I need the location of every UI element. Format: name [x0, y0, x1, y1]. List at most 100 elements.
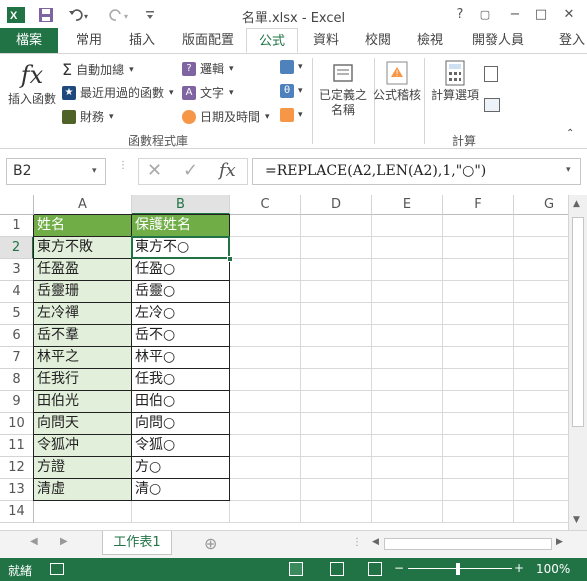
cell[interactable] [301, 457, 372, 479]
collapse-ribbon-icon[interactable]: ⌃ [566, 128, 574, 139]
cell[interactable] [443, 303, 514, 325]
hscroll-left-icon[interactable]: ◀ [372, 537, 379, 547]
row-header[interactable]: 6 [0, 325, 34, 347]
tab-view[interactable]: 檢視 [408, 28, 452, 53]
name-box-dropdown-icon[interactable]: ▾ [92, 166, 97, 176]
scroll-up-icon[interactable]: ▲ [573, 199, 580, 209]
zoom-in-button[interactable]: + [514, 561, 524, 575]
cell[interactable] [514, 369, 568, 391]
masked-name-cell[interactable]: 方○ [132, 457, 230, 479]
restore-ribbon-icon[interactable]: ▢ [474, 4, 496, 24]
lookup-reference-button[interactable]: ▾ [280, 60, 303, 74]
cell[interactable] [230, 237, 301, 259]
page-layout-view-icon[interactable] [330, 562, 344, 576]
masked-name-cell[interactable]: 林平○ [132, 347, 230, 369]
insert-function-button[interactable]: fx 插入函數 [4, 58, 60, 107]
name-cell[interactable]: 東方不敗 [34, 237, 132, 259]
row-header[interactable]: 12 [0, 457, 34, 479]
column-header[interactable]: G [514, 195, 568, 215]
row-header[interactable]: 14 [0, 501, 34, 523]
row-header[interactable]: 2 [0, 237, 34, 259]
cell[interactable] [301, 215, 372, 237]
cell[interactable] [443, 457, 514, 479]
column-header[interactable]: E [372, 195, 443, 215]
cell[interactable] [230, 347, 301, 369]
cell[interactable] [443, 369, 514, 391]
cell[interactable] [301, 413, 372, 435]
cell[interactable] [230, 479, 301, 501]
masked-name-cell[interactable]: 清○ [132, 479, 230, 501]
help-button[interactable]: ? [449, 4, 471, 24]
cell[interactable] [443, 347, 514, 369]
cell[interactable] [372, 369, 443, 391]
name-cell[interactable]: 左冷禪 [34, 303, 132, 325]
row-header[interactable]: 5 [0, 303, 34, 325]
scroll-right-sheet-icon[interactable]: ▶ [60, 536, 68, 547]
cell[interactable] [372, 435, 443, 457]
formula-input[interactable]: =REPLACE(A2,LEN(A2),1,"○") [252, 158, 581, 185]
scroll-down-icon[interactable]: ▼ [573, 515, 580, 525]
cell[interactable] [372, 391, 443, 413]
cell[interactable] [301, 259, 372, 281]
column-header[interactable]: F [443, 195, 514, 215]
zoom-out-button[interactable]: − [394, 561, 404, 575]
masked-name-cell[interactable]: 田伯○ [132, 391, 230, 413]
cell[interactable] [443, 435, 514, 457]
macro-record-icon[interactable] [50, 563, 64, 575]
sign-in-link[interactable]: 登入 [556, 28, 587, 53]
horizontal-scrollbar[interactable] [384, 538, 552, 550]
cell[interactable] [230, 369, 301, 391]
cell[interactable] [372, 215, 443, 237]
cell[interactable] [443, 479, 514, 501]
defined-names-button[interactable]: 已定義之 名稱 [316, 58, 370, 118]
row-header[interactable]: 8 [0, 369, 34, 391]
tab-split-icon[interactable]: ⋮ [352, 537, 362, 548]
cell[interactable] [230, 413, 301, 435]
masked-name-cell[interactable]: 任我○ [132, 369, 230, 391]
cell[interactable] [230, 325, 301, 347]
fill-handle[interactable] [227, 256, 233, 262]
formula-auditing-button[interactable]: ! 公式稽核 [370, 58, 424, 103]
cell[interactable] [372, 281, 443, 303]
masked-name-cell[interactable]: 岳靈○ [132, 281, 230, 303]
zoom-level[interactable]: 100% [536, 562, 570, 576]
datetime-button[interactable]: 日期及時間 ▾ [182, 108, 270, 125]
cell[interactable] [230, 259, 301, 281]
row-header[interactable]: 3 [0, 259, 34, 281]
cell[interactable] [372, 325, 443, 347]
cell[interactable] [372, 303, 443, 325]
cell[interactable] [301, 237, 372, 259]
cell[interactable] [301, 501, 372, 523]
more-functions-button[interactable]: ▾ [280, 108, 303, 122]
cell[interactable] [301, 347, 372, 369]
row-header[interactable]: 13 [0, 479, 34, 501]
autosum-button[interactable]: Σ 自動加總 ▾ [62, 60, 134, 79]
cell[interactable] [514, 501, 568, 523]
header-cell-masked[interactable]: 保護姓名 [132, 215, 230, 237]
name-cell[interactable]: 清虛 [34, 479, 132, 501]
page-break-view-icon[interactable] [368, 562, 382, 576]
cell[interactable] [514, 413, 568, 435]
logical-button[interactable]: ? 邏輯 ▾ [182, 60, 234, 77]
cell[interactable] [301, 369, 372, 391]
insert-function-icon[interactable]: fx [219, 160, 236, 181]
column-header[interactable]: A [34, 195, 132, 215]
cell[interactable] [301, 303, 372, 325]
tab-insert[interactable]: 插入 [118, 28, 166, 53]
cell[interactable] [514, 435, 568, 457]
cell[interactable] [230, 457, 301, 479]
name-cell[interactable]: 向問天 [34, 413, 132, 435]
header-cell-name[interactable]: 姓名 [34, 215, 132, 237]
tab-developer[interactable]: 開發人員 [464, 28, 532, 53]
maximize-button[interactable]: □ [530, 4, 552, 24]
cell[interactable] [514, 479, 568, 501]
name-cell[interactable]: 田伯光 [34, 391, 132, 413]
tab-home[interactable]: 常用 [64, 28, 114, 53]
tab-data[interactable]: 資料 [304, 28, 348, 53]
cell[interactable] [372, 457, 443, 479]
masked-name-cell[interactable]: 令狐○ [132, 435, 230, 457]
cell[interactable] [514, 215, 568, 237]
cell[interactable] [230, 501, 301, 523]
math-trig-button[interactable]: θ ▾ [280, 84, 303, 98]
name-cell[interactable]: 任盈盈 [34, 259, 132, 281]
